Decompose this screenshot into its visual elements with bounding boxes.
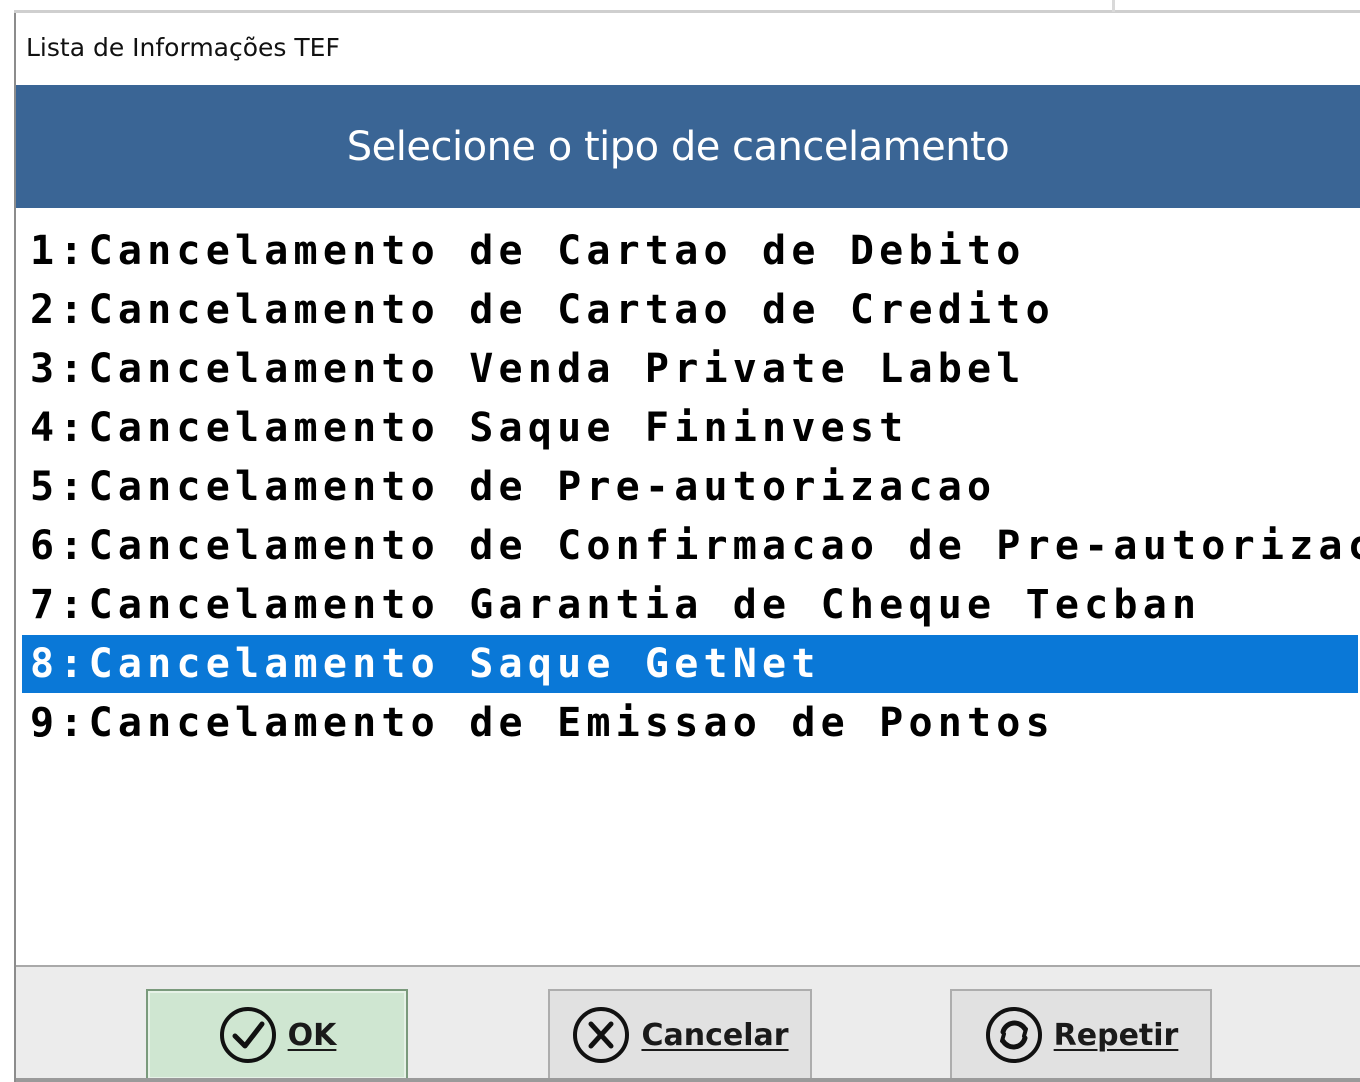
cancel-button[interactable]: Cancelar xyxy=(548,989,812,1081)
list-item-selected[interactable]: 8:Cancelamento Saque GetNet xyxy=(22,635,1358,693)
list-item[interactable]: 2:Cancelamento de Cartao de Credito xyxy=(22,281,1358,339)
list-item[interactable]: 1:Cancelamento de Cartao de Debito xyxy=(22,222,1358,280)
window-title: Lista de Informações TEF xyxy=(26,33,340,62)
dialog-header: Selecione o tipo de cancelamento xyxy=(16,85,1360,208)
refresh-circle-icon xyxy=(984,1005,1044,1065)
title-bar: Lista de Informações TEF xyxy=(16,13,1360,85)
window-bottom-edge xyxy=(16,1078,1360,1082)
list-item[interactable]: 7:Cancelamento Garantia de Cheque Tecban xyxy=(22,576,1358,634)
cancel-label: Cancelar xyxy=(641,1017,789,1053)
dialog-window: Lista de Informações TEF Selecione o tip… xyxy=(14,13,1360,1082)
repeat-label: Repetir xyxy=(1053,1017,1179,1053)
ok-label: OK xyxy=(287,1017,337,1053)
ok-button[interactable]: OK xyxy=(146,989,408,1081)
list-item[interactable]: 3:Cancelamento Venda Private Label xyxy=(22,340,1358,398)
x-circle-icon xyxy=(571,1005,631,1065)
list-item[interactable]: 9:Cancelamento de Emissao de Pontos xyxy=(22,694,1358,752)
repeat-button[interactable]: Repetir xyxy=(950,989,1212,1081)
header-title: Selecione o tipo de cancelamento xyxy=(346,123,1010,170)
button-bar: OK Cancelar Repetir xyxy=(16,965,1360,1082)
list-item[interactable]: 6:Cancelamento de Confirmacao de Pre-aut… xyxy=(22,517,1360,575)
check-circle-icon xyxy=(218,1005,278,1065)
option-list[interactable]: 1:Cancelamento de Cartao de Debito 2:Can… xyxy=(22,216,1360,966)
top-divider-notch xyxy=(1112,0,1115,12)
list-item[interactable]: 5:Cancelamento de Pre-autorizacao xyxy=(22,458,1358,516)
list-item[interactable]: 4:Cancelamento Saque Fininvest xyxy=(22,399,1358,457)
